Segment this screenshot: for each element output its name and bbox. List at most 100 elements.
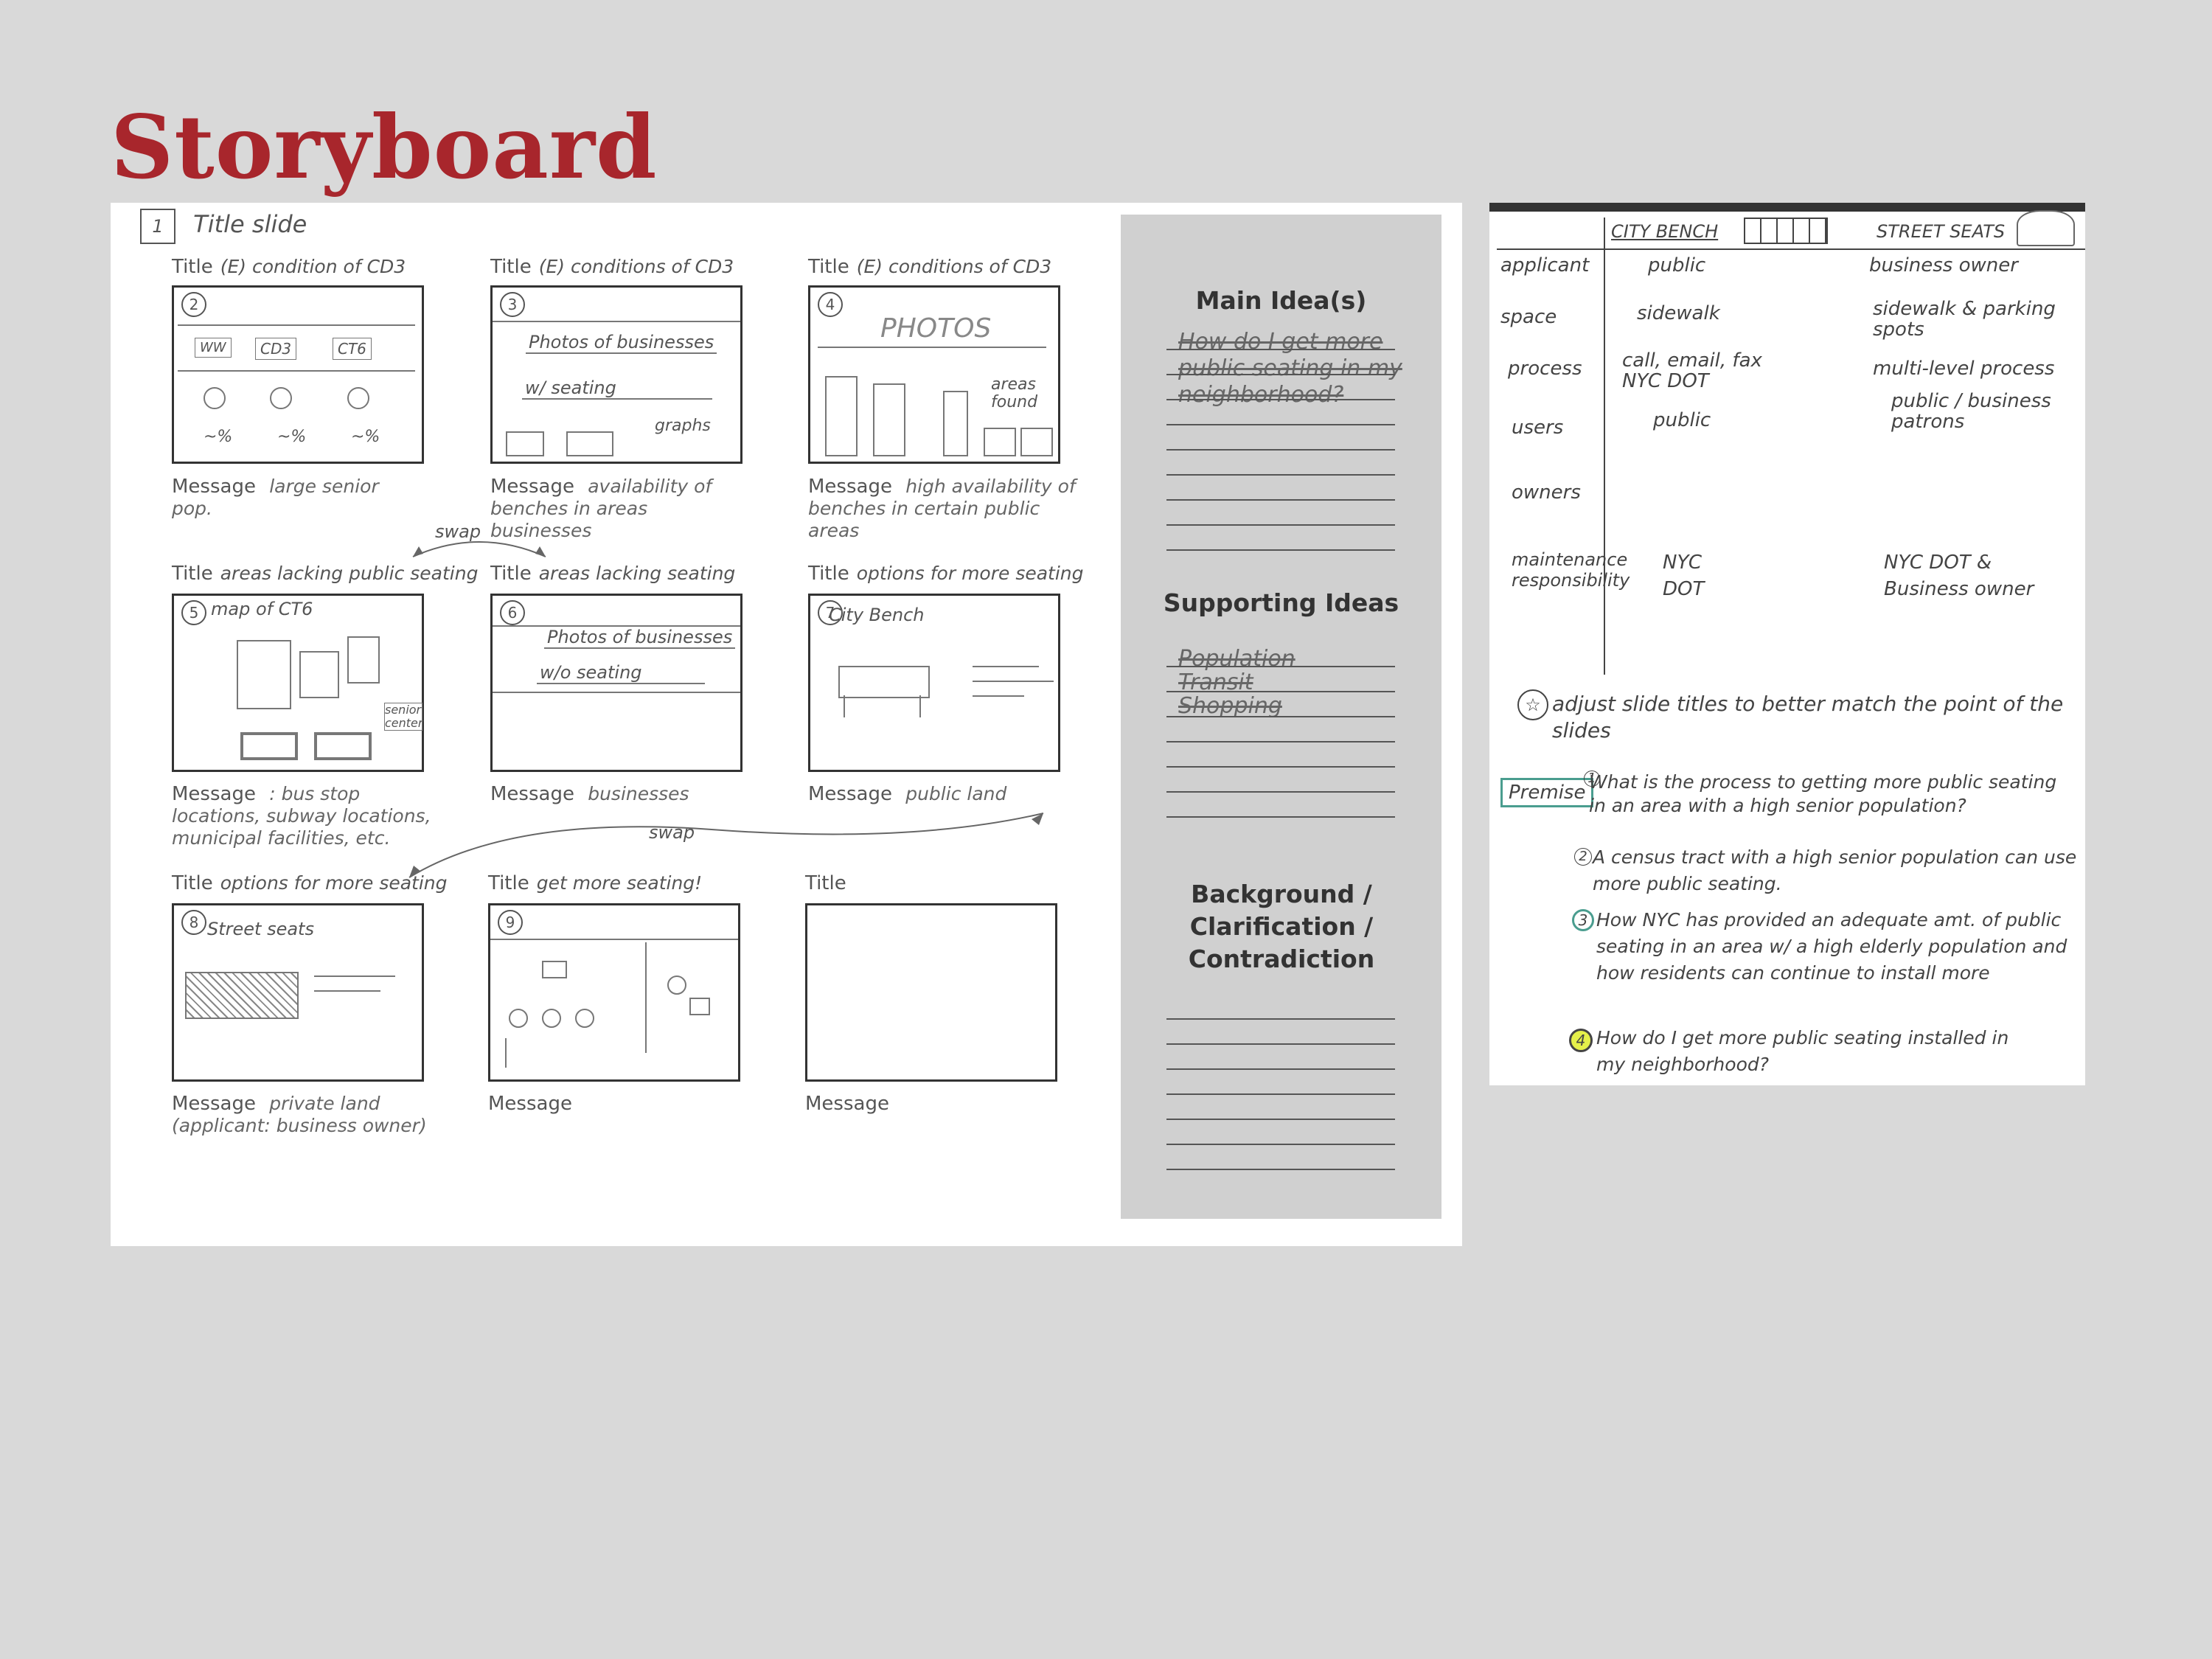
sketch-label: ~% [277, 428, 307, 446]
title-label: Title [172, 563, 213, 585]
comparison-notes-sheet: CITY BENCH STREET SEATS applicant public… [1489, 203, 2085, 1085]
planter-sketch [185, 972, 299, 1019]
panel-message: Message private land (applicant: busines… [172, 1093, 452, 1137]
panel-message: Message : bus stop locations, subway loc… [172, 783, 437, 849]
panel-title: Title (E) conditions of CD3 [808, 256, 1051, 278]
street-seats-value: NYC DOT & Business owner [1884, 552, 2034, 600]
panel-message: Message high availability of benches in … [808, 476, 1088, 542]
building-sketch [873, 383, 905, 456]
ideas-sidebar: Main Idea(s) How do I get more public se… [1121, 215, 1441, 1219]
sketch-label: WW [195, 338, 232, 358]
street-seats-value: public / business patrons [1891, 390, 2051, 433]
premise-text: How do I get more public seating install… [1596, 1027, 2009, 1075]
city-bench-value: sidewalk [1637, 302, 1720, 324]
title-slide-note: 1 Title slide [140, 209, 307, 244]
pie-chart-sketch [347, 387, 369, 409]
sketch-line [490, 939, 738, 940]
panel-message: Message businesses [490, 783, 689, 805]
panel-number: 4 [818, 292, 843, 317]
city-bench-header: CITY BENCH [1611, 221, 1719, 242]
storyboard-frame: 9 [488, 903, 740, 1082]
premise-text: A census tract with a high senior popula… [1593, 846, 2077, 894]
panel-title: Title (E) conditions of CD3 [490, 256, 734, 278]
street-seats-header: STREET SEATS [1877, 221, 2006, 242]
panel-message: Message public land [808, 783, 1006, 805]
panel-number: 5 [181, 600, 206, 625]
photo-grid-sketch [818, 347, 1046, 348]
message-label: Message [488, 1093, 572, 1115]
map-block-sketch [314, 732, 372, 760]
panel-title: Title areas lacking public seating [172, 563, 478, 585]
sketch-line [493, 692, 740, 693]
swap-arrow [408, 813, 1044, 878]
bench-icon [1744, 218, 1828, 244]
row-label: applicant [1500, 254, 1590, 276]
sketch-label: senior center [384, 703, 423, 731]
panel-message-text: businesses [588, 783, 689, 804]
panel-title-text: get more seating! [536, 872, 703, 894]
star-note-text: adjust slide titles to better match the … [1552, 692, 2064, 742]
map-block-sketch [237, 640, 291, 709]
map-block-sketch [299, 651, 339, 698]
panel-title: Title areas lacking seating [490, 563, 735, 585]
row-label: owners [1512, 481, 1581, 504]
panel-title: Title options for more seating [808, 563, 1084, 585]
flowchart-sketch [575, 1009, 594, 1028]
storyboard-frame: 7 City Bench [808, 594, 1060, 772]
table-rule [1489, 203, 2085, 212]
title-label: Title [805, 872, 846, 894]
flowchart-sketch [689, 998, 710, 1015]
city-bench-value: call, email, fax NYC DOT [1622, 349, 1762, 392]
background-lines [1166, 995, 1395, 1170]
panel-title-text: (E) condition of CD3 [220, 256, 406, 277]
table-column-rule [1604, 218, 1605, 675]
city-bench-value: public [1648, 254, 1706, 276]
building-sketch [825, 376, 858, 456]
bench-leg-sketch [919, 695, 921, 717]
panel-number: 9 [498, 910, 523, 935]
message-label: Message [490, 783, 574, 805]
panel-title: Title [805, 872, 854, 894]
sketch-line [973, 681, 1054, 682]
message-label: Message [172, 1093, 256, 1115]
title-label: Title [490, 256, 532, 278]
panel-message: Message [488, 1093, 580, 1115]
main-ideas-lines [1166, 325, 1395, 551]
table-header-rule [1497, 248, 2085, 250]
flowchart-sketch [509, 1009, 528, 1028]
slide-title: Storyboard [111, 96, 658, 198]
street-seats-value: business owner [1869, 254, 2018, 276]
main-ideas-heading: Main Idea(s) [1195, 286, 1367, 315]
title-label: Title [172, 872, 213, 894]
row-label: space [1500, 306, 1557, 328]
panel-title-text: options for more seating [856, 563, 1084, 584]
storyboard-sheet: 1 Title slide Title (E) condition of CD3 … [111, 203, 1462, 1246]
sketch-line [314, 990, 380, 992]
panel-message: Message large senior pop. [172, 476, 422, 520]
storyboard-frame: 8 Street seats [172, 903, 424, 1082]
storyboard-frame: 3 Photos of businesses w/ seating graphs [490, 285, 742, 464]
premise-number: 4 [1569, 1029, 1593, 1052]
title-label: Title [488, 872, 529, 894]
panel-message: Message [805, 1093, 897, 1115]
panel-message-text: public land [905, 783, 1007, 804]
flowchart-sketch [542, 1009, 561, 1028]
sketch-label: CD3 [255, 338, 297, 360]
street-seats-value: sidewalk & parking spots [1873, 298, 2056, 341]
sketch-label: ~% [204, 428, 233, 446]
map-block-sketch [240, 732, 298, 760]
sketch-label: w/ seating [522, 378, 712, 400]
row-label: users [1512, 417, 1564, 439]
city-bench-value: public [1653, 409, 1711, 431]
supporting-ideas-heading: Supporting Ideas [1163, 588, 1399, 617]
sketch-label: Street seats [207, 919, 314, 939]
building-sketch [984, 428, 1016, 456]
flowchart-sketch [667, 975, 686, 995]
panel-number-1: 1 [140, 209, 175, 244]
street-seats-icon [2017, 210, 2075, 246]
message-label: Message [805, 1093, 889, 1115]
sketch-label: CT6 [333, 338, 372, 360]
storyboard-frame: 6 Photos of businesses w/o seating [490, 594, 742, 772]
message-label: Message [172, 783, 256, 805]
title-slide-note-text: Title slide [193, 210, 307, 238]
